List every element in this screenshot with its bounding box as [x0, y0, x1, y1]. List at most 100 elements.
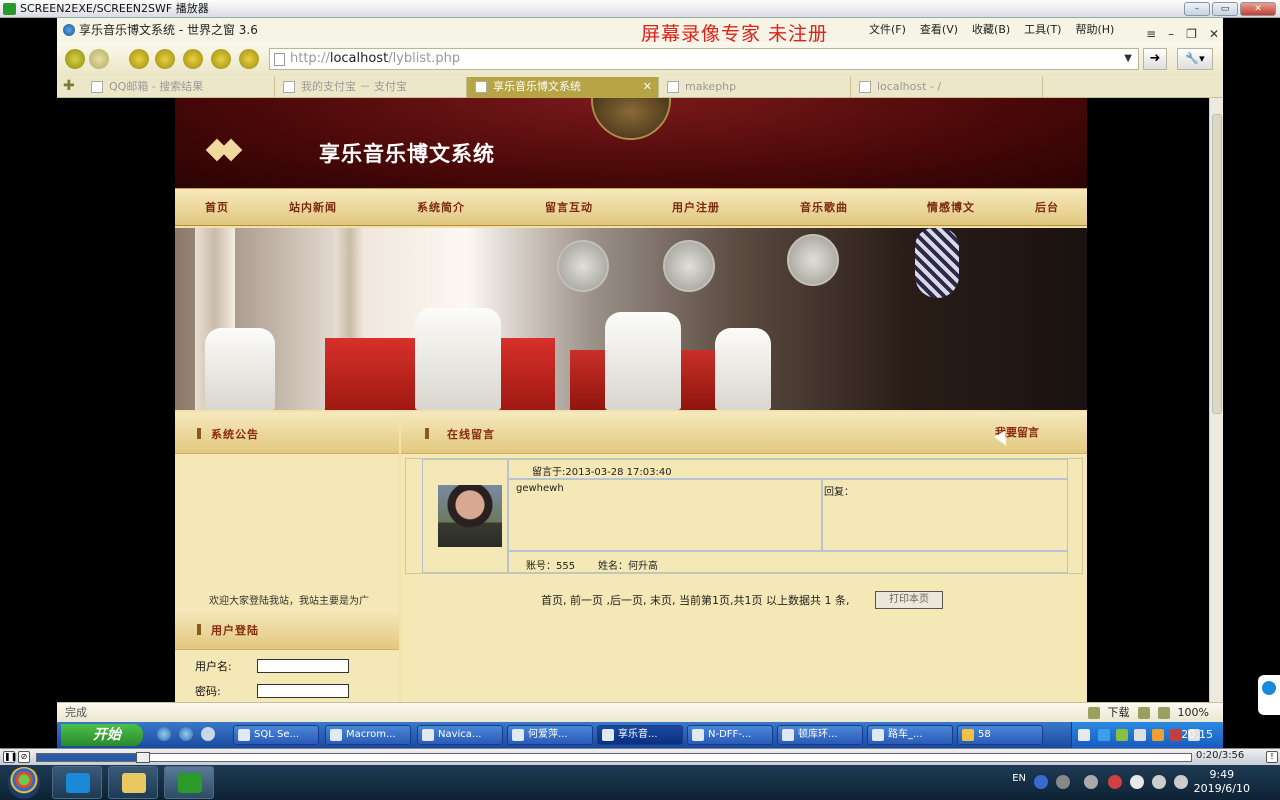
tab-favicon-icon — [859, 81, 871, 93]
go-button[interactable]: ➜ — [1143, 48, 1167, 70]
volume-icon[interactable] — [1152, 775, 1166, 789]
host-taskbar: EN 9:49 2019/6/10 — [0, 765, 1280, 800]
menu-view[interactable]: 查看(V) — [920, 18, 958, 42]
browser-status-bar: 完成 下载 100% — [57, 702, 1223, 722]
quicklaunch-icon[interactable] — [201, 727, 215, 741]
nav-intro[interactable]: 系统简介 — [417, 189, 465, 227]
minimize-button[interactable]: – — [1184, 2, 1210, 16]
recorded-taskbar: 开始 SQL Se... Macrom... Navica... 何爱萍... … — [57, 722, 1223, 748]
task-item[interactable]: SQL Se... — [233, 725, 319, 745]
side-float-widget[interactable] — [1258, 675, 1280, 715]
task-item[interactable]: N-DFF-... — [687, 725, 773, 745]
menu-favorites[interactable]: 收藏(B) — [972, 18, 1010, 42]
start-button[interactable]: 开始 — [61, 724, 143, 746]
nav-register[interactable]: 用户注册 — [672, 189, 720, 227]
playback-progress[interactable] — [36, 752, 1192, 763]
status-text: 完成 — [65, 706, 87, 719]
notice-header: 系统公告 — [175, 412, 399, 454]
nav-blog[interactable]: 情感博文 — [927, 189, 975, 227]
tab-close-icon[interactable]: ✕ — [643, 77, 652, 97]
host-task-explorer[interactable] — [108, 766, 158, 799]
task-item[interactable]: 何爱萍... — [507, 725, 593, 745]
close-button[interactable]: ✕ — [1240, 2, 1276, 16]
task-item[interactable]: 58 — [957, 725, 1043, 745]
site-nav: 首页 站内新闻 系统简介 留言互动 用户注册 音乐歌曲 情感博文 后台 — [175, 188, 1087, 226]
keyboard-icon[interactable] — [1078, 729, 1090, 741]
print-button[interactable]: 打印本页 — [875, 591, 943, 609]
nav-guestbook[interactable]: 留言互动 — [545, 189, 593, 227]
tray-icon[interactable] — [1098, 729, 1110, 741]
tray-icon[interactable] — [1116, 729, 1128, 741]
password-input[interactable] — [257, 684, 349, 698]
tray-icon[interactable] — [1134, 729, 1146, 741]
task-item[interactable]: Navica... — [417, 725, 503, 745]
task-item-active[interactable]: 享乐音... — [597, 725, 683, 745]
download-button[interactable]: 下载 — [1108, 703, 1130, 723]
refresh-icon[interactable] — [155, 49, 175, 69]
info-button[interactable]: ! — [1266, 751, 1278, 763]
new-tab-icon[interactable]: ✚ — [63, 78, 75, 94]
task-item[interactable]: 路车_... — [867, 725, 953, 745]
maximize-button[interactable]: ▭ — [1212, 2, 1238, 16]
task-item[interactable]: Macrom... — [325, 725, 411, 745]
tab-favicon-icon — [667, 81, 679, 93]
tab-music-system[interactable]: 享乐音乐博文系统 ✕ — [467, 77, 659, 98]
qq-icon[interactable] — [1152, 729, 1164, 741]
network-icon[interactable] — [1174, 775, 1188, 789]
host-task-teamviewer[interactable] — [52, 766, 102, 799]
tab-favicon-icon — [91, 81, 103, 93]
page-scrollbar[interactable] — [1209, 98, 1223, 720]
tray-icon[interactable] — [1108, 775, 1122, 789]
nav-music[interactable]: 音乐歌曲 — [800, 189, 848, 227]
nav-home[interactable]: 首页 — [205, 189, 229, 227]
player-controls: ❚❚ ⊘ 0:20/3:56 ! — [0, 748, 1280, 765]
home-icon[interactable] — [183, 49, 203, 69]
tools-button[interactable]: 🔧▾ — [1177, 48, 1213, 70]
help-icon[interactable] — [1034, 775, 1048, 789]
host-task-player[interactable] — [164, 766, 214, 799]
undo-icon[interactable] — [211, 49, 231, 69]
tab-makephp[interactable]: makephp — [659, 77, 851, 98]
tray-icon[interactable] — [1170, 729, 1182, 741]
address-dropdown-icon[interactable]: ▼ — [1124, 49, 1132, 69]
back-icon[interactable] — [65, 49, 85, 69]
teamviewer-icon — [1262, 681, 1276, 695]
language-indicator[interactable]: EN — [1012, 773, 1026, 784]
browser-title: 享乐音乐博文系统 - 世界之窗 3.6 — [79, 23, 258, 37]
tab-qqmail[interactable]: QQ邮箱 - 搜索结果 — [83, 77, 275, 98]
address-bar[interactable]: http://localhost/lyblist.php ▼ — [269, 48, 1139, 70]
menu-tools[interactable]: 工具(T) — [1024, 18, 1061, 42]
nav-admin[interactable]: 后台 — [1035, 189, 1059, 227]
status-icon[interactable] — [1137, 707, 1150, 719]
stop-button[interactable]: ⊘ — [18, 751, 30, 763]
menu-file[interactable]: 文件(F) — [869, 18, 906, 42]
task-item[interactable]: 顿库环... — [777, 725, 863, 745]
username-input[interactable] — [257, 659, 349, 673]
menu-help[interactable]: 帮助(H) — [1075, 18, 1114, 42]
forward-icon[interactable] — [89, 49, 109, 69]
qq-icon[interactable] — [1130, 775, 1144, 789]
tray-icon[interactable] — [1084, 775, 1098, 789]
page-viewport: 享乐音乐博文系统 首页 站内新闻 系统简介 留言互动 用户注册 音乐歌曲 情感博… — [57, 98, 1209, 720]
scrollbar-thumb[interactable] — [1212, 114, 1222, 414]
favorite-star-icon[interactable] — [239, 49, 259, 69]
notice-title: 系统公告 — [211, 428, 259, 441]
tray-icon[interactable] — [1056, 775, 1070, 789]
tab-alipay[interactable]: 我的支付宝 － 支付宝 — [275, 77, 467, 98]
stop-icon[interactable] — [129, 49, 149, 69]
volume-icon[interactable] — [1157, 707, 1170, 719]
pause-button[interactable]: ❚❚ — [3, 751, 17, 763]
windows-start-icon[interactable] — [8, 767, 40, 799]
status-icon[interactable] — [1087, 707, 1100, 719]
guestbook-header: 在线留言 我要留言 — [401, 412, 1087, 454]
zoom-level[interactable]: 100% — [1178, 703, 1209, 723]
tab-label: makephp — [685, 80, 737, 93]
quicklaunch-globe-icon[interactable] — [179, 727, 193, 741]
username-label: 用户名: — [195, 660, 232, 673]
tab-label: 我的支付宝 － 支付宝 — [301, 80, 407, 93]
nav-news[interactable]: 站内新闻 — [289, 189, 337, 227]
address-host: localhost — [329, 51, 389, 66]
tab-localhost[interactable]: localhost - / — [851, 77, 1043, 98]
quicklaunch-ie-icon[interactable] — [157, 727, 171, 741]
progress-knob[interactable] — [136, 752, 150, 763]
